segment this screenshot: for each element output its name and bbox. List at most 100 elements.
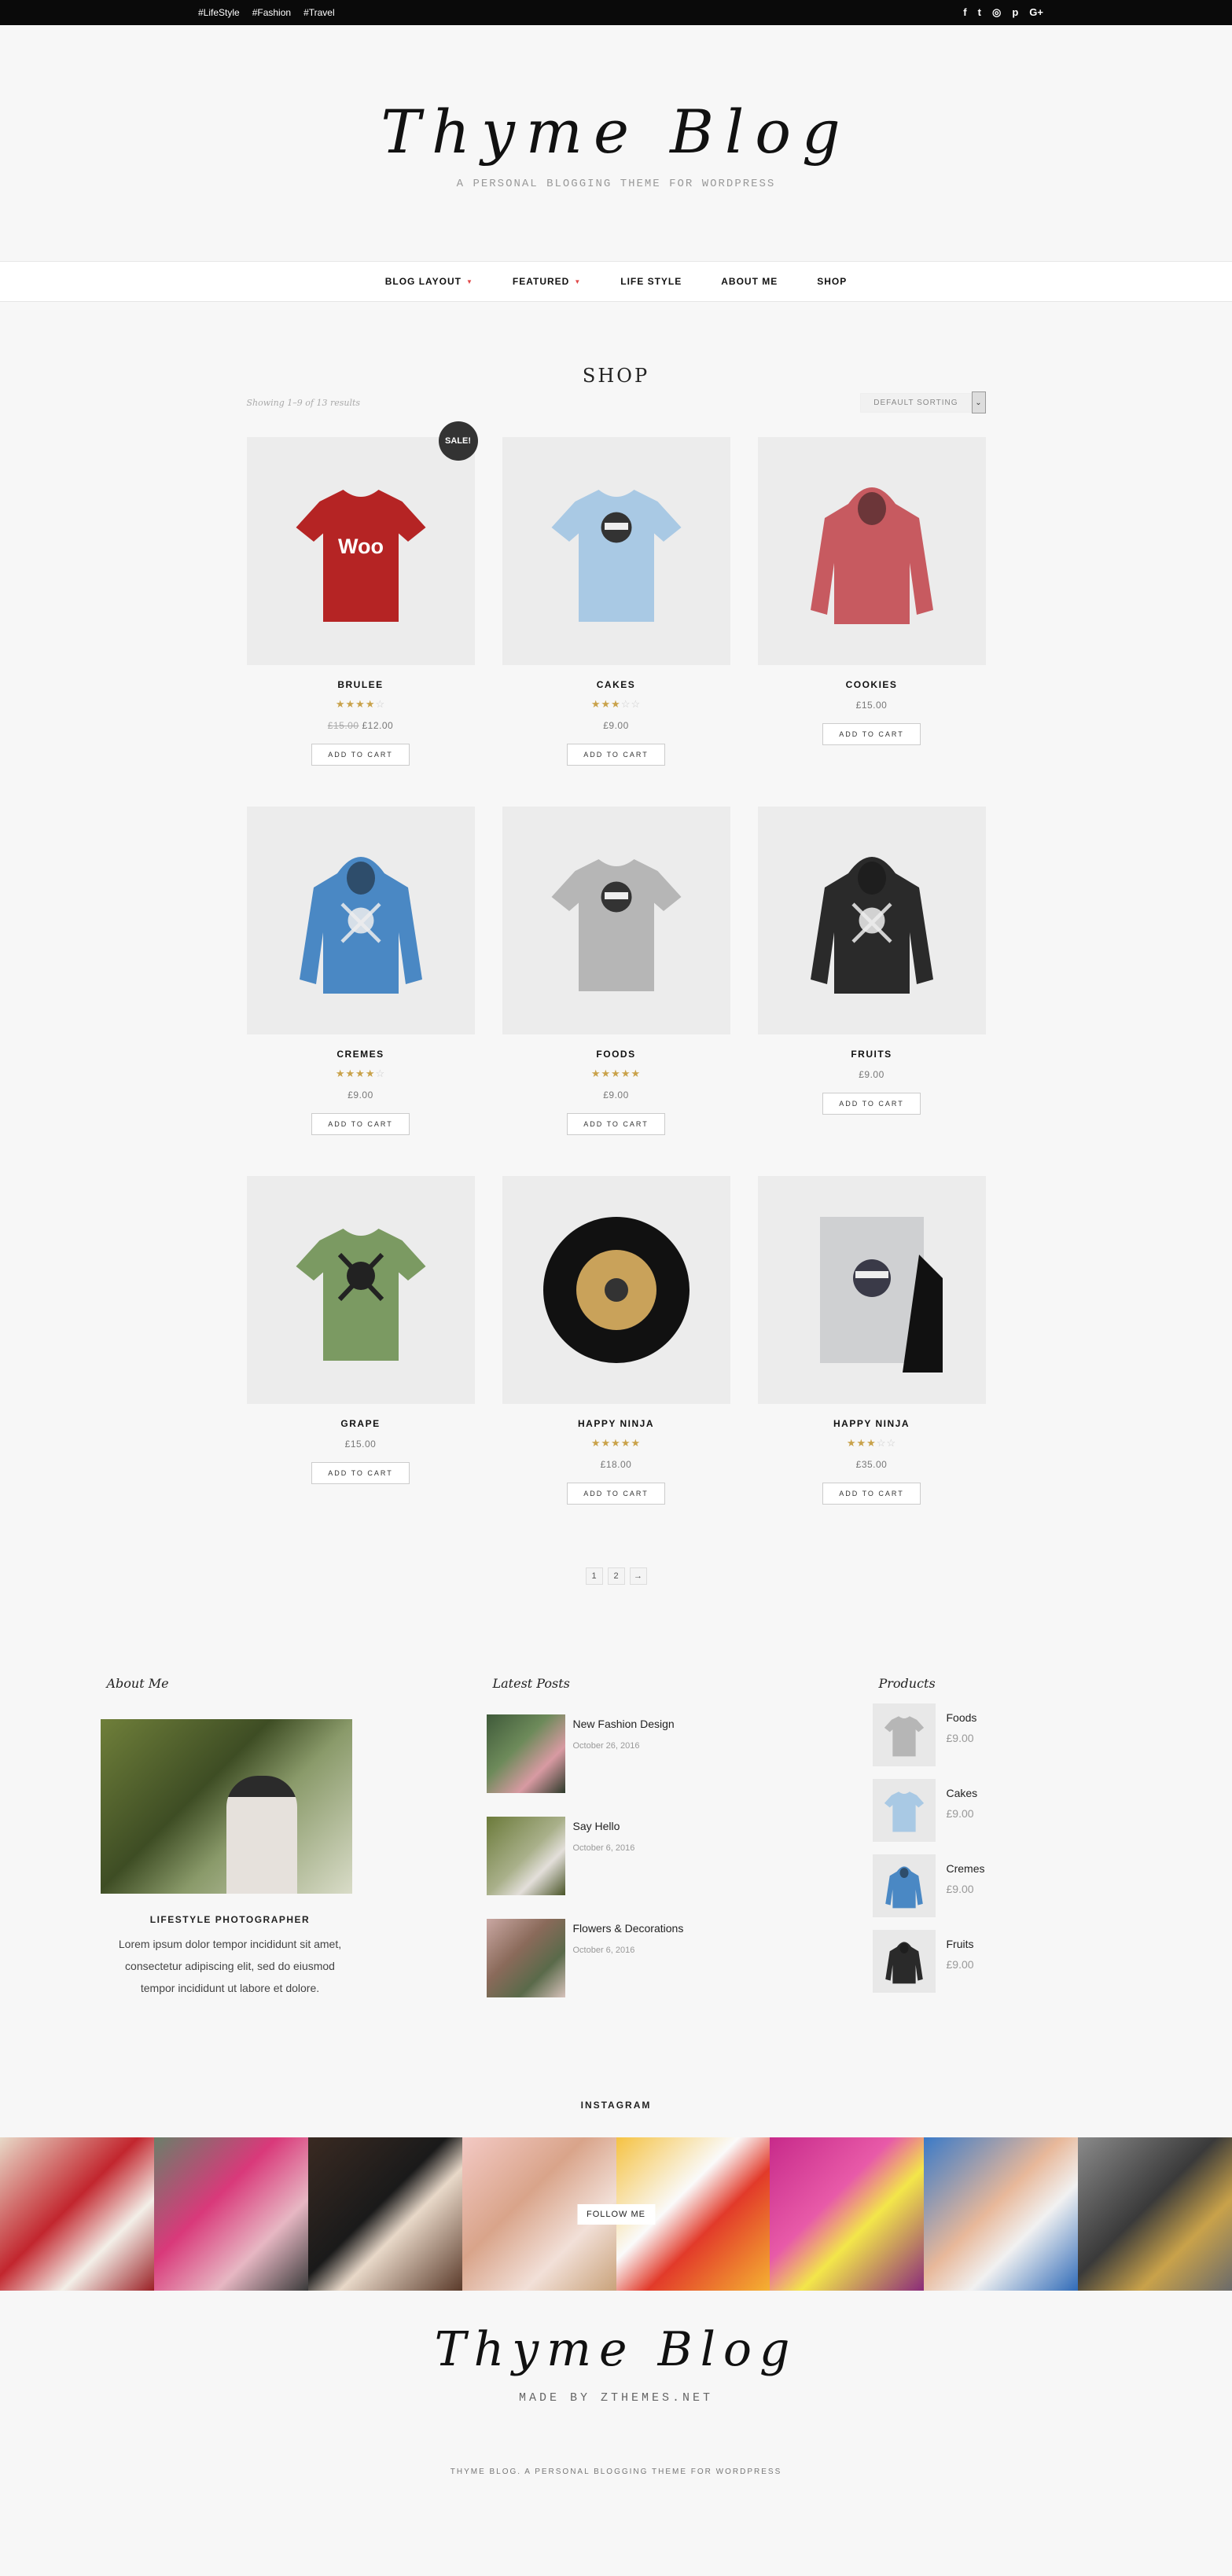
- instagram-icon[interactable]: ◎: [992, 6, 1001, 19]
- product-image[interactable]: [757, 1176, 986, 1404]
- post-thumbnail[interactable]: [486, 1817, 565, 1895]
- product-image[interactable]: [502, 1176, 730, 1404]
- product-image[interactable]: Woo SALE!: [246, 421, 478, 665]
- post-title[interactable]: New Fashion Design: [573, 1718, 675, 1730]
- product-thumbnail[interactable]: [872, 1854, 936, 1917]
- instagram-photo[interactable]: [153, 2137, 308, 2291]
- product-card: FOODS ★★★★★ £9.00 ADD TO CART: [502, 807, 730, 1135]
- product-name[interactable]: Cakes: [947, 1787, 978, 1799]
- chevron-down-icon[interactable]: ⌄: [971, 391, 986, 413]
- post-thumbnail[interactable]: [486, 1714, 565, 1793]
- widget-title: About Me: [106, 1676, 169, 1691]
- footer-credit[interactable]: MADE BY ZTHEMES.NET: [0, 2391, 1232, 2405]
- facebook-icon[interactable]: f: [963, 6, 966, 19]
- site-tagline: A PERSONAL BLOGGING THEME FOR WORDPRESS: [456, 177, 776, 190]
- product-name[interactable]: FRUITS: [758, 1049, 986, 1060]
- nav-item-life-style[interactable]: LIFE STYLE: [620, 276, 682, 287]
- product-name[interactable]: HAPPY NINJA: [758, 1418, 986, 1429]
- instagram-photo[interactable]: [0, 2137, 154, 2291]
- product-name[interactable]: FOODS: [502, 1049, 730, 1060]
- widget-product-item[interactable]: Fruits £9.00: [872, 1930, 1132, 1993]
- hashtag-link[interactable]: #Fashion: [252, 7, 291, 18]
- page-number[interactable]: 1: [585, 1567, 603, 1585]
- post-thumbnail[interactable]: [486, 1919, 565, 1997]
- product-price: £15.00: [247, 1439, 475, 1450]
- instagram-photo[interactable]: [1078, 2137, 1232, 2291]
- product-card: CREMES ★★★★☆ £9.00 ADD TO CART: [246, 807, 475, 1135]
- instagram-photo[interactable]: [924, 2137, 1079, 2291]
- top-bar: #LifeStyle #Fashion #Travel f t ◎ p G+: [0, 0, 1232, 25]
- product-price: £9.00: [502, 720, 730, 731]
- product-card: GRAPE £15.00 ADD TO CART: [246, 1176, 475, 1505]
- instagram-photo[interactable]: [770, 2137, 925, 2291]
- sort-select[interactable]: DEFAULT SORTING ⌄: [860, 391, 986, 413]
- site-logo[interactable]: Thyme Blog: [381, 97, 851, 167]
- product-thumbnail[interactable]: [872, 1703, 936, 1766]
- product-price: £9.00: [946, 1958, 974, 1971]
- nav-item-shop[interactable]: SHOP: [817, 276, 847, 287]
- product-thumbnail[interactable]: [872, 1779, 936, 1842]
- product-image[interactable]: [246, 1176, 475, 1404]
- product-image[interactable]: [246, 807, 475, 1034]
- post-title[interactable]: Say Hello: [573, 1820, 635, 1832]
- instagram-photo[interactable]: [307, 2137, 462, 2291]
- product-image[interactable]: [757, 807, 986, 1034]
- product-name[interactable]: CAKES: [502, 679, 730, 690]
- product-name[interactable]: Cremes: [947, 1862, 985, 1875]
- nav-item-blog-layout[interactable]: BLOG LAYOUT ▼: [385, 276, 473, 287]
- post-title[interactable]: Flowers & Decorations: [573, 1922, 684, 1935]
- widget-product-item[interactable]: Cakes £9.00: [872, 1779, 1132, 1842]
- widget-product-item[interactable]: Cremes £9.00: [872, 1854, 1132, 1917]
- add-to-cart-button[interactable]: ADD TO CART: [567, 1113, 665, 1135]
- result-count: Showing 1–9 of 13 results: [246, 397, 361, 408]
- hashtag-link[interactable]: #Travel: [303, 7, 335, 18]
- svg-text:Woo: Woo: [338, 535, 384, 558]
- product-image[interactable]: [757, 437, 986, 665]
- add-to-cart-button[interactable]: ADD TO CART: [311, 1462, 410, 1484]
- product-name[interactable]: GRAPE: [247, 1418, 475, 1429]
- product-card: CAKES ★★★☆☆ £9.00 ADD TO CART: [502, 437, 730, 766]
- post-item[interactable]: New Fashion Design October 26, 2016: [486, 1714, 746, 1793]
- nav-item-about-me[interactable]: ABOUT ME: [721, 276, 778, 287]
- footer-logo[interactable]: Thyme Blog: [0, 2322, 1232, 2377]
- star-icon: ★: [335, 1068, 346, 1079]
- product-name[interactable]: CREMES: [247, 1049, 475, 1060]
- about-photo: [100, 1719, 352, 1894]
- sort-select-value[interactable]: DEFAULT SORTING: [860, 392, 972, 413]
- add-to-cart-button[interactable]: ADD TO CART: [567, 1483, 665, 1505]
- product-name[interactable]: Fruits: [947, 1938, 974, 1950]
- follow-me-button[interactable]: FOLLOW ME: [576, 2203, 656, 2225]
- nav-item-label: SHOP: [817, 276, 848, 287]
- google-plus-icon[interactable]: G+: [1029, 6, 1043, 19]
- add-to-cart-button[interactable]: ADD TO CART: [822, 1483, 921, 1505]
- star-icon: ★: [345, 1068, 356, 1079]
- product-image[interactable]: [502, 437, 730, 665]
- product-thumbnail[interactable]: [872, 1930, 936, 1993]
- product-price: £15.00 £12.00: [247, 720, 475, 731]
- product-name[interactable]: Foods: [947, 1711, 977, 1724]
- nav-item-featured[interactable]: FEATURED ▼: [513, 276, 581, 287]
- add-to-cart-button[interactable]: ADD TO CART: [311, 744, 410, 766]
- pinterest-icon[interactable]: p: [1012, 6, 1018, 19]
- product-grid: Woo SALE! BRULEE ★★★★☆ £15.00 £12.00 ADD TO CA…: [246, 421, 986, 1505]
- add-to-cart-button[interactable]: ADD TO CART: [567, 744, 665, 766]
- product-name[interactable]: COOKIES: [758, 679, 986, 690]
- post-item[interactable]: Flowers & Decorations October 6, 2016: [486, 1919, 746, 1997]
- product-name[interactable]: HAPPY NINJA: [502, 1418, 730, 1429]
- hashtag-link[interactable]: #LifeStyle: [198, 7, 240, 18]
- product-image[interactable]: [502, 807, 730, 1034]
- current-price: £9.00: [603, 720, 629, 731]
- star-icon: ★: [590, 698, 601, 710]
- add-to-cart-button[interactable]: ADD TO CART: [822, 1093, 921, 1115]
- post-date: October 26, 2016: [572, 1741, 640, 1751]
- post-item[interactable]: Say Hello October 6, 2016: [486, 1817, 746, 1895]
- page-number[interactable]: 2: [607, 1567, 625, 1585]
- widget-product-item[interactable]: Foods £9.00: [872, 1703, 1132, 1766]
- next-page-button[interactable]: →: [629, 1567, 647, 1585]
- twitter-icon[interactable]: t: [978, 6, 981, 19]
- product-name[interactable]: BRULEE: [247, 679, 475, 690]
- add-to-cart-button[interactable]: ADD TO CART: [822, 723, 921, 745]
- add-to-cart-button[interactable]: ADD TO CART: [311, 1113, 410, 1135]
- about-role: LIFESTYLE PHOTOGRAPHER: [149, 1914, 311, 1925]
- star-icon: ★: [365, 1068, 376, 1079]
